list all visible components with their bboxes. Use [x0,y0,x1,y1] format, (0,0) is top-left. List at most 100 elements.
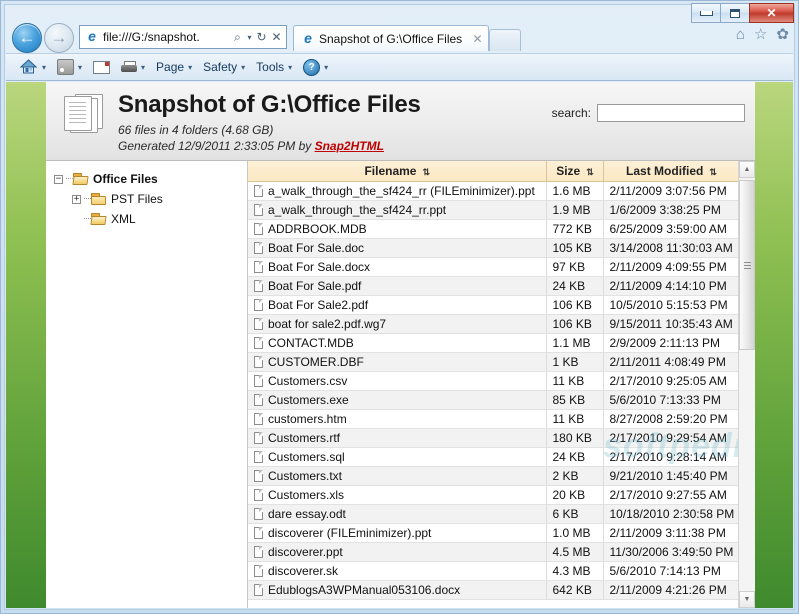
table-row[interactable]: CONTACT.MDB 1.1 MB 2/9/2009 2:11:13 PM [248,333,740,353]
command-feeds[interactable]: ▾ [53,56,86,78]
tab-close-icon[interactable]: ✕ [471,32,484,46]
chevron-down-icon[interactable]: ▾ [188,63,192,72]
column-header-last-modified[interactable]: Last Modified ⇅ [603,161,740,182]
cell-filename[interactable]: dare essay.odt [248,504,547,524]
command-mail[interactable] [89,56,114,78]
file-list-scrollbar[interactable]: ▲ ▼ [738,161,755,608]
favorites-icon[interactable]: ☆ [754,27,767,42]
snap2html-link[interactable]: Snap2HTML [315,139,384,153]
table-row[interactable]: Boat For Sale.doc 105 KB 3/14/2008 11:30:0… [248,238,740,258]
table-row[interactable]: EdublogsA3WPManual053106.docx 642 KB 2/11/… [248,580,740,600]
cell-filename[interactable]: a_walk_through_the_sf424_rr.ppt [248,200,547,220]
table-row[interactable]: Customers.txt 2 KB 9/21/2010 1:45:40 PM [248,466,740,486]
filename-label: CUSTOMER.DBF [268,354,364,369]
chevron-down-icon[interactable]: ▾ [42,63,46,72]
cell-filename[interactable]: Boat For Sale.doc [248,238,547,258]
cell-filename[interactable]: Customers.exe [248,390,547,410]
command-home[interactable]: ▾ [16,56,50,78]
table-row[interactable]: Boat For Sale.docx 97 KB 2/11/2009 4:09:55… [248,257,740,277]
cell-filename[interactable]: EdublogsA3WPManual053106.docx [248,580,547,600]
cell-size: 4.5 MB [546,542,604,562]
cell-filename[interactable]: a_walk_through_the_sf424_rr (FILEminimiz… [248,181,547,201]
table-row[interactable]: Customers.exe 85 KB 5/6/2010 7:13:33 PM [248,390,740,410]
table-row[interactable]: Boat For Sale2.pdf 106 KB 10/5/2010 5:15:5… [248,295,740,315]
column-header-filename[interactable]: Filename ⇅ [248,161,547,182]
cell-filename[interactable]: CONTACT.MDB [248,333,547,353]
table-row[interactable]: Customers.rtf 180 KB 2/17/2010 9:29:54 AM [248,428,740,448]
expander-minus-icon[interactable]: − [54,174,63,184]
refresh-icon[interactable]: ↻ [254,30,269,44]
chevron-down-icon[interactable]: ▾ [288,63,292,72]
sort-arrows-icon[interactable]: ⇅ [709,167,716,177]
cell-filename[interactable]: Customers.rtf [248,428,547,448]
table-row[interactable]: a_walk_through_the_sf424_rr.ppt 1.9 MB 1/6… [248,200,740,220]
home-icon[interactable]: ⌂ [736,27,745,42]
table-row[interactable]: Boat For Sale.pdf 24 KB 2/11/2009 4:14:10 … [248,276,740,296]
cell-filename[interactable]: discoverer (FILEminimizer).ppt [248,523,547,543]
search-input[interactable] [597,104,745,122]
sort-arrows-icon[interactable]: ⇅ [422,167,429,177]
table-row[interactable]: Customers.xls 20 KB 2/17/2010 9:27:55 AM [248,485,740,505]
table-row[interactable]: customers.htm 11 KB 8/27/2008 2:59:20 PM [248,409,740,429]
tree-node-xml[interactable]: XML [54,209,247,229]
table-row[interactable]: CUSTOMER.DBF 1 KB 2/11/2011 4:08:49 PM [248,352,740,372]
cell-filename[interactable]: customers.htm [248,409,547,429]
command-print[interactable]: ▾ [117,56,149,78]
cell-filename[interactable]: Customers.csv [248,371,547,391]
tools-gear-icon[interactable]: ✿ [776,27,789,42]
scroll-down-button[interactable]: ▼ [739,591,755,608]
column-header-size[interactable]: Size ⇅ [546,161,604,182]
filename-label: CONTACT.MDB [268,335,354,350]
table-row[interactable]: discoverer.sk 4.3 MB 5/6/2010 7:14:13 PM [248,561,740,581]
scroll-up-button[interactable]: ▲ [739,161,755,178]
command-safety[interactable]: Safety ▾ [199,56,249,78]
command-tools[interactable]: Tools ▾ [252,56,296,78]
maximize-button[interactable] [720,3,749,23]
address-input[interactable]: file:///G:/snapshot. [103,30,230,44]
sort-arrows-icon[interactable]: ⇅ [586,167,593,177]
cell-filename[interactable]: ADDRBOOK.MDB [248,219,547,239]
close-button[interactable]: ✕ [749,3,794,23]
cell-filename[interactable]: Customers.xls [248,485,547,505]
chevron-down-icon[interactable]: ▾ [324,63,328,72]
folder-closed-icon [91,192,107,206]
cell-size: 1.0 MB [546,523,604,543]
expander-plus-icon[interactable]: + [72,194,81,204]
cell-filename[interactable]: Boat For Sale.docx [248,257,547,277]
cell-filename[interactable]: Boat For Sale2.pdf [248,295,547,315]
command-help[interactable]: ? ▾ [299,56,332,78]
command-page[interactable]: Page ▾ [152,56,196,78]
chevron-down-icon[interactable]: ▾ [78,63,82,72]
chevron-down-icon[interactable]: ▾ [241,63,245,72]
cell-filename[interactable]: Customers.sql [248,447,547,467]
table-row[interactable]: discoverer.ppt 4.5 MB 11/30/2006 3:49:50 P… [248,542,740,562]
tree-node-pst-files[interactable]: + PST Files [54,189,247,209]
cell-filename[interactable]: Boat For Sale.pdf [248,276,547,296]
forward-button[interactable]: → [44,23,74,53]
table-row[interactable]: a_walk_through_the_sf424_rr (FILEminimiz… [248,181,740,201]
chevron-down-icon[interactable]: ▾ [141,63,145,72]
minimize-button[interactable] [691,3,720,23]
page-generated-line: Generated 12/9/2011 2:33:05 PM by Snap2H… [118,139,384,153]
back-button[interactable]: ← [12,23,42,53]
table-row[interactable]: discoverer (FILEminimizer).ppt 1.0 MB 2/11… [248,523,740,543]
table-row[interactable]: boat for sale2.pdf.wg7 106 KB 9/15/2011 10… [248,314,740,334]
scrollbar-thumb[interactable] [739,180,755,350]
new-tab-button[interactable] [489,29,521,51]
chevron-down-icon[interactable]: ▾ [245,33,254,42]
page-content: Snapshot of G:\Office Files 66 files in … [46,82,755,608]
search-icon[interactable]: ⌕ [230,30,245,45]
tree-node-office-files[interactable]: − Office Files [54,169,247,189]
table-row[interactable]: ADDRBOOK.MDB 772 KB 6/25/2009 3:59:00 AM [248,219,740,239]
cell-filename[interactable]: discoverer.ppt [248,542,547,562]
table-row[interactable]: dare essay.odt 6 KB 10/18/2010 2:30:58 PM [248,504,740,524]
browser-tab[interactable]: e Snapshot of G:\Office Files ✕ [293,25,489,51]
cell-filename[interactable]: CUSTOMER.DBF [248,352,547,372]
table-row[interactable]: Customers.sql 24 KB 2/17/2010 9:28:14 AM [248,447,740,467]
cell-filename[interactable]: discoverer.sk [248,561,547,581]
cell-filename[interactable]: Customers.txt [248,466,547,486]
table-row[interactable]: Customers.csv 11 KB 2/17/2010 9:25:05 AM [248,371,740,391]
address-bar[interactable]: e file:///G:/snapshot. ⌕ ▾ ↻ ✕ [79,25,287,49]
cell-filename[interactable]: boat for sale2.pdf.wg7 [248,314,547,334]
stop-icon[interactable]: ✕ [269,30,284,44]
